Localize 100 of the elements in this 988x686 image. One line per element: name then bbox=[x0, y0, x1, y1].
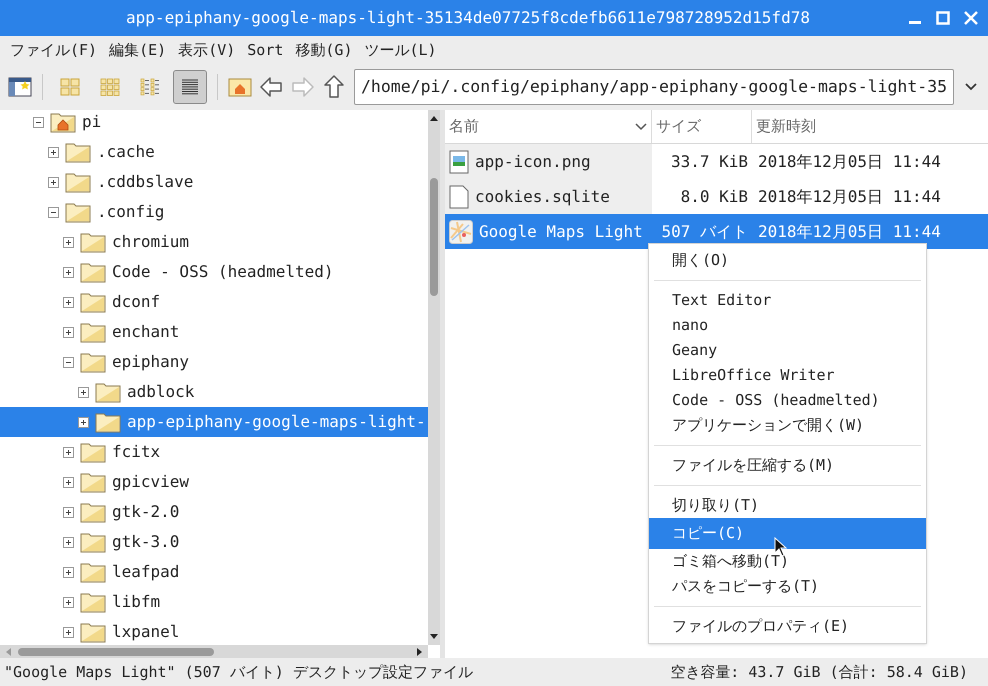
context-menu-item[interactable]: Geany bbox=[649, 338, 926, 363]
scroll-up-icon[interactable] bbox=[429, 114, 439, 122]
tree-item[interactable]: libfm bbox=[0, 587, 428, 617]
home-folder-icon[interactable] bbox=[228, 76, 252, 98]
file-name: Google Maps Light bbox=[479, 220, 643, 242]
file-size: 507 バイト bbox=[660, 220, 749, 242]
scroll-down-icon[interactable] bbox=[429, 633, 439, 641]
collapse-icon[interactable] bbox=[33, 116, 44, 128]
context-menu-item[interactable]: Text Editor bbox=[649, 288, 926, 313]
column-header[interactable]: サイズ bbox=[652, 110, 752, 143]
menu-item[interactable]: 表示(V) bbox=[172, 38, 242, 62]
context-menu-item[interactable]: コピー(C) bbox=[649, 518, 926, 549]
horizontal-scrollbar[interactable] bbox=[0, 645, 428, 658]
column-header[interactable]: 名前 bbox=[445, 110, 652, 143]
context-menu-item[interactable]: nano bbox=[649, 313, 926, 338]
view-mode-button[interactable] bbox=[173, 70, 207, 104]
menu-item[interactable]: Sort bbox=[241, 38, 290, 62]
scrollbar-thumb[interactable] bbox=[18, 648, 214, 656]
context-menu-item[interactable]: 開く(O) bbox=[649, 248, 926, 273]
menu-item[interactable]: 編集(E) bbox=[103, 38, 172, 62]
context-menu-item[interactable]: Code - OSS (headmelted) bbox=[649, 388, 926, 413]
tree-item[interactable]: chromium bbox=[0, 227, 428, 257]
file-size: 33.7 KiB bbox=[670, 150, 749, 172]
menu-item[interactable]: 移動(G) bbox=[289, 38, 358, 62]
sort-chevron-icon bbox=[635, 122, 647, 130]
path-field[interactable]: /home/pi/.config/epiphany/app-epiphany-google-maps-light-35 bbox=[354, 69, 954, 105]
context-menu-item[interactable]: 切り取り(T) bbox=[649, 493, 926, 518]
column-header[interactable]: 更新時刻 bbox=[752, 110, 988, 143]
expand-icon[interactable] bbox=[63, 626, 74, 638]
menu-item[interactable]: ツール(L) bbox=[358, 38, 443, 62]
expand-icon[interactable] bbox=[63, 506, 74, 518]
context-menu-item[interactable]: ファイルのプロパティ(E) bbox=[649, 614, 926, 639]
folder-icon bbox=[80, 231, 106, 253]
map-icon bbox=[449, 220, 473, 244]
tree-item[interactable]: gtk-3.0 bbox=[0, 527, 428, 557]
new-window-icon[interactable] bbox=[8, 76, 32, 98]
context-menu-item[interactable]: アプリケーションで開く(W) bbox=[649, 413, 926, 438]
expand-icon[interactable] bbox=[63, 326, 74, 338]
expand-icon[interactable] bbox=[48, 176, 59, 188]
collapse-icon[interactable] bbox=[48, 206, 59, 218]
modified-time: 2018年12月05日 11:44 bbox=[757, 220, 941, 242]
folder-icon bbox=[80, 291, 106, 313]
small-icons-view-icon bbox=[100, 78, 120, 96]
expand-icon[interactable] bbox=[63, 476, 74, 488]
expand-icon[interactable] bbox=[63, 296, 74, 308]
folder-icon bbox=[80, 621, 106, 643]
context-menu-item[interactable]: パスをコピーする(T) bbox=[649, 574, 926, 599]
expand-icon[interactable] bbox=[63, 596, 74, 608]
tree-item[interactable]: gtk-2.0 bbox=[0, 497, 428, 527]
folder-icon bbox=[65, 171, 91, 193]
detailed-list-view-icon bbox=[180, 78, 200, 96]
tree-item[interactable]: Code - OSS (headmelted) bbox=[0, 257, 428, 287]
file-row[interactable]: Google Maps Light 507 バイト 2018年12月05日 11:44 bbox=[445, 214, 988, 249]
context-menu-item[interactable]: ファイルを圧縮する(M) bbox=[649, 453, 926, 478]
folder-icon bbox=[80, 561, 106, 583]
window-title: app-epiphany-google-maps-light-35134de07725f8cdefb6611e798728952d15fd78 bbox=[125, 7, 811, 29]
expand-icon[interactable] bbox=[63, 566, 74, 578]
tree-item[interactable]: .cache bbox=[0, 137, 428, 167]
tree-item[interactable]: .config bbox=[0, 197, 428, 227]
close-icon[interactable] bbox=[964, 11, 978, 25]
folder-icon bbox=[65, 141, 91, 163]
folder-icon bbox=[80, 351, 106, 373]
tree-item[interactable]: pi bbox=[0, 110, 428, 137]
tree-item[interactable]: gpicview bbox=[0, 467, 428, 497]
tree-item[interactable]: .cddbslave bbox=[0, 167, 428, 197]
file-row[interactable]: app-icon.png 33.7 KiB 2018年12月05日 11:44 bbox=[445, 144, 988, 179]
tree-item[interactable]: leafpad bbox=[0, 557, 428, 587]
expand-icon[interactable] bbox=[48, 146, 59, 158]
folder-icon bbox=[95, 381, 121, 403]
tree-item[interactable]: adblock bbox=[0, 377, 428, 407]
dropdown-caret-icon[interactable] bbox=[964, 82, 978, 92]
modified-time: 2018年12月05日 11:44 bbox=[757, 150, 941, 172]
tree-item[interactable]: lxpanel bbox=[0, 617, 428, 645]
expand-icon[interactable] bbox=[63, 266, 74, 278]
context-menu-item[interactable]: LibreOffice Writer bbox=[649, 363, 926, 388]
expand-icon[interactable] bbox=[63, 536, 74, 548]
expand-icon[interactable] bbox=[63, 236, 74, 248]
folder-icon bbox=[80, 261, 106, 283]
expand-icon[interactable] bbox=[78, 386, 89, 398]
back-arrow-icon[interactable] bbox=[258, 75, 284, 99]
tree-item[interactable]: dconf bbox=[0, 287, 428, 317]
tree-item[interactable]: epiphany bbox=[0, 347, 428, 377]
file-row[interactable]: cookies.sqlite 8.0 KiB 2018年12月05日 11:44 bbox=[445, 179, 988, 214]
tree-item[interactable]: enchant bbox=[0, 317, 428, 347]
context-menu-item[interactable]: ゴミ箱へ移動(T) bbox=[649, 549, 926, 574]
folder-icon bbox=[80, 531, 106, 553]
collapse-icon[interactable] bbox=[63, 356, 74, 368]
tree-item[interactable]: app-epiphany-google-maps-light- bbox=[0, 407, 428, 437]
scroll-right-icon[interactable] bbox=[416, 646, 424, 656]
up-arrow-icon[interactable] bbox=[322, 74, 346, 100]
large-icons-view-icon bbox=[60, 78, 80, 96]
scrollbar-thumb[interactable] bbox=[430, 178, 438, 296]
disk-space-text: 空き容量: 43.7 GiB (合計: 58.4 GiB) bbox=[670, 662, 969, 683]
maximize-icon[interactable] bbox=[936, 11, 950, 25]
menu-item[interactable]: ファイル(F) bbox=[4, 38, 104, 62]
expand-icon[interactable] bbox=[63, 446, 74, 458]
vertical-scrollbar[interactable] bbox=[428, 110, 440, 645]
tree-item[interactable]: fcitx bbox=[0, 437, 428, 467]
expand-icon[interactable] bbox=[78, 416, 89, 428]
folder-icon bbox=[80, 321, 106, 343]
